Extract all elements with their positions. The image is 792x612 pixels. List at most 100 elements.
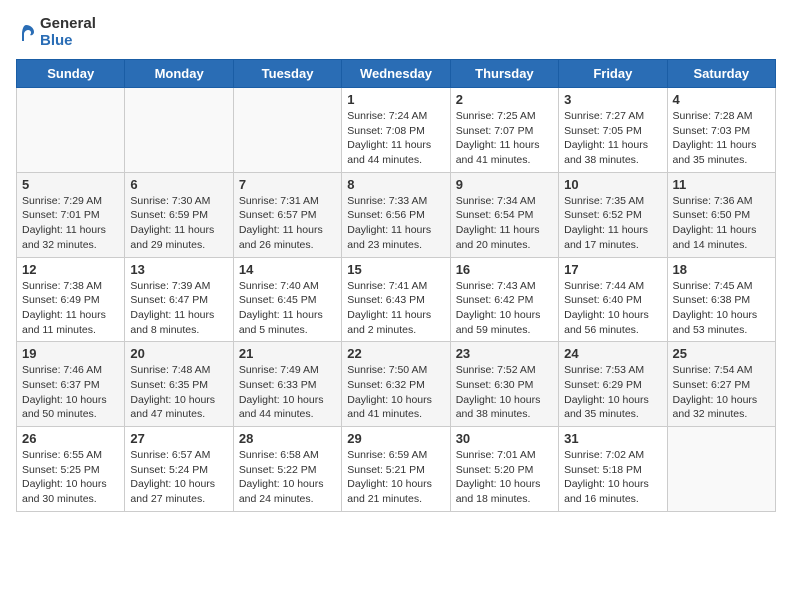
day-cell: 30 Sunrise: 7:01 AM Sunset: 5:20 PM Dayli… [450, 427, 558, 512]
day-cell: 15 Sunrise: 7:41 AM Sunset: 6:43 PM Dayli… [342, 257, 450, 342]
header: General Blue [16, 16, 776, 49]
day-info: Sunrise: 7:54 AM Sunset: 6:27 PM Dayligh… [673, 363, 770, 422]
day-info: Sunrise: 7:28 AM Sunset: 7:03 PM Dayligh… [673, 109, 770, 168]
day-cell: 18 Sunrise: 7:45 AM Sunset: 6:38 PM Dayli… [667, 257, 775, 342]
day-cell: 22Sunrise: 7:50 AM Sunset: 6:32 PM Dayli… [342, 342, 450, 427]
day-info: Sunrise: 7:52 AM Sunset: 6:30 PM Dayligh… [456, 363, 553, 422]
day-number: 31 [564, 431, 661, 446]
day-number: 15 [347, 262, 444, 277]
day-number: 17 [564, 262, 661, 277]
logo-blue-text: Blue [40, 33, 96, 50]
day-number: 24 [564, 346, 661, 361]
week-row-3: 19Sunrise: 7:46 AM Sunset: 6:37 PM Dayli… [17, 342, 776, 427]
day-number: 16 [456, 262, 553, 277]
day-cell: 19Sunrise: 7:46 AM Sunset: 6:37 PM Dayli… [17, 342, 125, 427]
day-number: 29 [347, 431, 444, 446]
weekday-header-row: SundayMondayTuesdayWednesdayThursdayFrid… [17, 60, 776, 88]
day-info: Sunrise: 7:29 AM Sunset: 7:01 PM Dayligh… [22, 194, 119, 253]
day-info: Sunrise: 7:24 AM Sunset: 7:08 PM Dayligh… [347, 109, 444, 168]
day-info: Sunrise: 7:25 AM Sunset: 7:07 PM Dayligh… [456, 109, 553, 168]
day-cell: 10 Sunrise: 7:35 AM Sunset: 6:52 PM Dayli… [559, 172, 667, 257]
weekday-header-monday: Monday [125, 60, 233, 88]
day-cell: 1 Sunrise: 7:24 AM Sunset: 7:08 PM Daylig… [342, 88, 450, 173]
day-cell [17, 88, 125, 173]
day-cell: 12 Sunrise: 7:38 AM Sunset: 6:49 PM Dayli… [17, 257, 125, 342]
weekday-header-sunday: Sunday [17, 60, 125, 88]
week-row-2: 12 Sunrise: 7:38 AM Sunset: 6:49 PM Dayli… [17, 257, 776, 342]
day-number: 10 [564, 177, 661, 192]
day-cell: 3 Sunrise: 7:27 AM Sunset: 7:05 PM Daylig… [559, 88, 667, 173]
day-number: 28 [239, 431, 336, 446]
day-number: 3 [564, 92, 661, 107]
day-number: 12 [22, 262, 119, 277]
day-cell: 4 Sunrise: 7:28 AM Sunset: 7:03 PM Daylig… [667, 88, 775, 173]
day-info: Sunrise: 6:55 AM Sunset: 5:25 PM Dayligh… [22, 448, 119, 507]
day-info: Sunrise: 7:02 AM Sunset: 5:18 PM Dayligh… [564, 448, 661, 507]
day-info: Sunrise: 7:30 AM Sunset: 6:59 PM Dayligh… [130, 194, 227, 253]
logo-bird-icon [16, 23, 36, 43]
day-cell: 2Sunrise: 7:25 AM Sunset: 7:07 PM Daylig… [450, 88, 558, 173]
day-cell: 17 Sunrise: 7:44 AM Sunset: 6:40 PM Dayli… [559, 257, 667, 342]
day-number: 13 [130, 262, 227, 277]
weekday-header-saturday: Saturday [667, 60, 775, 88]
day-number: 9 [456, 177, 553, 192]
day-number: 22 [347, 346, 444, 361]
weekday-header-wednesday: Wednesday [342, 60, 450, 88]
day-cell: 11Sunrise: 7:36 AM Sunset: 6:50 PM Dayli… [667, 172, 775, 257]
day-number: 7 [239, 177, 336, 192]
day-number: 26 [22, 431, 119, 446]
weekday-header-tuesday: Tuesday [233, 60, 341, 88]
week-row-1: 5 Sunrise: 7:29 AM Sunset: 7:01 PM Daylig… [17, 172, 776, 257]
day-cell: 7 Sunrise: 7:31 AM Sunset: 6:57 PM Daylig… [233, 172, 341, 257]
day-cell: 25 Sunrise: 7:54 AM Sunset: 6:27 PM Dayli… [667, 342, 775, 427]
day-cell: 28 Sunrise: 6:58 AM Sunset: 5:22 PM Dayli… [233, 427, 341, 512]
day-cell: 14Sunrise: 7:40 AM Sunset: 6:45 PM Dayli… [233, 257, 341, 342]
day-info: Sunrise: 6:57 AM Sunset: 5:24 PM Dayligh… [130, 448, 227, 507]
day-info: Sunrise: 6:59 AM Sunset: 5:21 PM Dayligh… [347, 448, 444, 507]
day-info: Sunrise: 6:58 AM Sunset: 5:22 PM Dayligh… [239, 448, 336, 507]
day-number: 23 [456, 346, 553, 361]
day-number: 21 [239, 346, 336, 361]
day-info: Sunrise: 7:45 AM Sunset: 6:38 PM Dayligh… [673, 279, 770, 338]
day-info: Sunrise: 7:01 AM Sunset: 5:20 PM Dayligh… [456, 448, 553, 507]
day-cell [125, 88, 233, 173]
day-number: 5 [22, 177, 119, 192]
weekday-header-friday: Friday [559, 60, 667, 88]
day-cell: 13 Sunrise: 7:39 AM Sunset: 6:47 PM Dayli… [125, 257, 233, 342]
weekday-header-thursday: Thursday [450, 60, 558, 88]
day-number: 11 [673, 177, 770, 192]
day-cell [233, 88, 341, 173]
day-number: 1 [347, 92, 444, 107]
day-info: Sunrise: 7:38 AM Sunset: 6:49 PM Dayligh… [22, 279, 119, 338]
day-number: 25 [673, 346, 770, 361]
day-number: 19 [22, 346, 119, 361]
day-number: 18 [673, 262, 770, 277]
day-info: Sunrise: 7:39 AM Sunset: 6:47 PM Dayligh… [130, 279, 227, 338]
week-row-0: 1 Sunrise: 7:24 AM Sunset: 7:08 PM Daylig… [17, 88, 776, 173]
day-cell: 20Sunrise: 7:48 AM Sunset: 6:35 PM Dayli… [125, 342, 233, 427]
day-cell: 26 Sunrise: 6:55 AM Sunset: 5:25 PM Dayli… [17, 427, 125, 512]
day-info: Sunrise: 7:35 AM Sunset: 6:52 PM Dayligh… [564, 194, 661, 253]
day-number: 30 [456, 431, 553, 446]
day-cell: 21 Sunrise: 7:49 AM Sunset: 6:33 PM Dayli… [233, 342, 341, 427]
day-cell: 27Sunrise: 6:57 AM Sunset: 5:24 PM Dayli… [125, 427, 233, 512]
day-number: 4 [673, 92, 770, 107]
day-cell: 16Sunrise: 7:43 AM Sunset: 6:42 PM Dayli… [450, 257, 558, 342]
day-number: 20 [130, 346, 227, 361]
calendar: SundayMondayTuesdayWednesdayThursdayFrid… [16, 59, 776, 512]
logo-general-text: General [40, 16, 96, 33]
day-cell [667, 427, 775, 512]
day-info: Sunrise: 7:34 AM Sunset: 6:54 PM Dayligh… [456, 194, 553, 253]
day-cell: 6Sunrise: 7:30 AM Sunset: 6:59 PM Daylig… [125, 172, 233, 257]
day-info: Sunrise: 7:53 AM Sunset: 6:29 PM Dayligh… [564, 363, 661, 422]
day-info: Sunrise: 7:31 AM Sunset: 6:57 PM Dayligh… [239, 194, 336, 253]
day-cell: 29 Sunrise: 6:59 AM Sunset: 5:21 PM Dayli… [342, 427, 450, 512]
day-info: Sunrise: 7:44 AM Sunset: 6:40 PM Dayligh… [564, 279, 661, 338]
week-row-4: 26 Sunrise: 6:55 AM Sunset: 5:25 PM Dayli… [17, 427, 776, 512]
day-cell: 5 Sunrise: 7:29 AM Sunset: 7:01 PM Daylig… [17, 172, 125, 257]
day-cell: 8Sunrise: 7:33 AM Sunset: 6:56 PM Daylig… [342, 172, 450, 257]
day-number: 8 [347, 177, 444, 192]
day-info: Sunrise: 7:49 AM Sunset: 6:33 PM Dayligh… [239, 363, 336, 422]
day-info: Sunrise: 7:41 AM Sunset: 6:43 PM Dayligh… [347, 279, 444, 338]
day-info: Sunrise: 7:27 AM Sunset: 7:05 PM Dayligh… [564, 109, 661, 168]
